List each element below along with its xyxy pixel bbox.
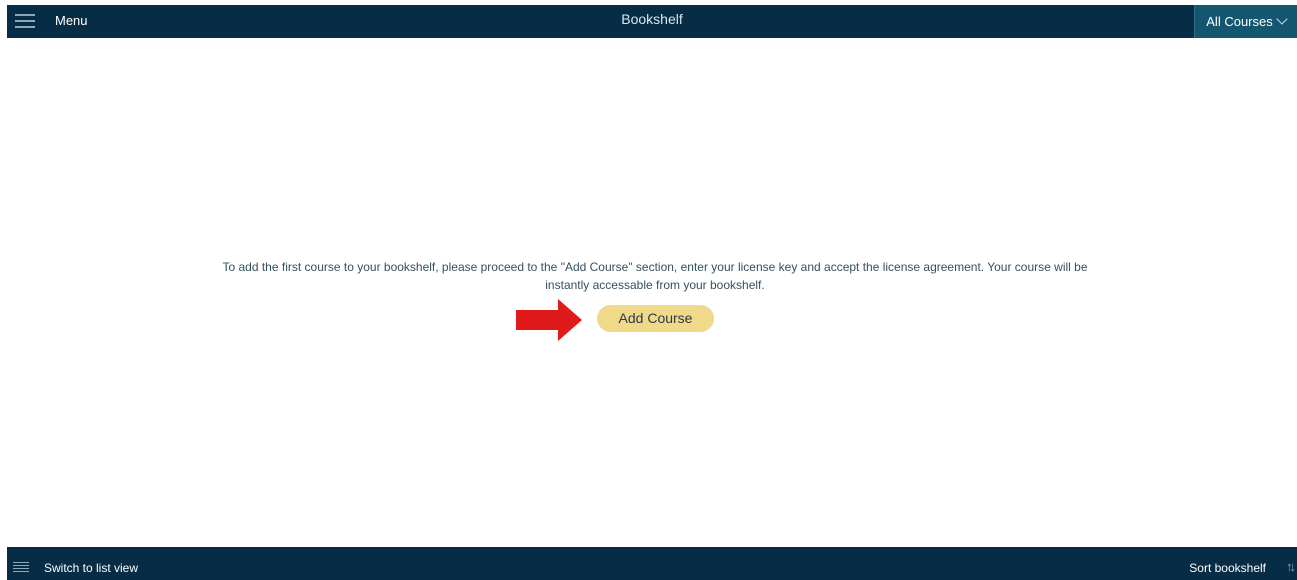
top-bar: Menu Bookshelf All Courses (7, 5, 1297, 38)
sort-bookshelf-label: Sort bookshelf (1189, 561, 1266, 575)
list-icon (13, 562, 29, 574)
bookshelf-window: Menu Bookshelf All Courses To add the fi… (0, 0, 1297, 580)
empty-bookshelf-message: To add the first course to your bookshel… (222, 260, 1088, 292)
hamburger-icon (15, 14, 35, 28)
add-course-button[interactable]: Add Course (597, 305, 714, 332)
all-courses-label: All Courses (1206, 14, 1273, 29)
page-title: Bookshelf (621, 11, 683, 27)
red-arrow-icon (516, 299, 582, 341)
switch-to-list-view-button[interactable]: Switch to list view (7, 547, 167, 580)
bottom-bar: Switch to list view Sort bookshelf ↑↓ (7, 547, 1297, 580)
menu-label: Menu (55, 13, 88, 28)
switch-to-list-view-label: Switch to list view (44, 561, 139, 575)
all-courses-dropdown[interactable]: All Courses (1194, 5, 1297, 38)
sort-icon: ↑↓ (1286, 559, 1296, 574)
menu-button[interactable]: Menu (7, 5, 107, 38)
sort-bookshelf-button[interactable]: Sort bookshelf ↑↓ (1172, 547, 1297, 580)
chevron-down-icon (1276, 12, 1288, 25)
